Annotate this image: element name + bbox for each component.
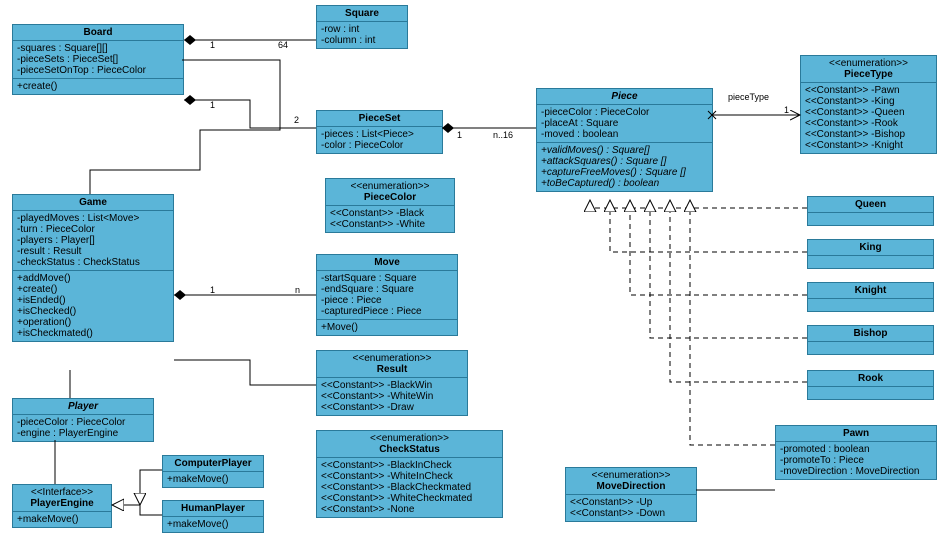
mult-1d: 1 — [784, 105, 789, 115]
enum-result: <<enumeration>>Result <<Constant>> -Blac… — [316, 350, 468, 416]
mult-1: 1 — [210, 40, 215, 50]
mult-2: 2 — [294, 115, 299, 125]
class-humanplayer: HumanPlayer +makeMove() — [162, 500, 264, 533]
class-player: Player -pieceColor : PieceColor-engine :… — [12, 398, 154, 442]
mult-1e: 1 — [210, 285, 215, 295]
role-piecetype: pieceType — [728, 92, 769, 102]
class-computerplayer: ComputerPlayer +makeMove() — [162, 455, 264, 488]
enum-movedirection: <<enumeration>>MoveDirection <<Constant>… — [565, 467, 697, 522]
mult-n116: n..16 — [493, 130, 513, 140]
class-queen: Queen — [807, 196, 934, 226]
class-board: Board -squares : Square[][]-pieceSets : … — [12, 24, 184, 95]
class-piece: Piece -pieceColor : PieceColor-placeAt :… — [536, 88, 713, 192]
mult-64: 64 — [278, 40, 288, 50]
class-pieceset: PieceSet -pieces : List<Piece>-color : P… — [316, 110, 443, 154]
class-king: King — [807, 239, 934, 269]
enum-piececolor: <<enumeration>>PieceColor <<Constant>> -… — [325, 178, 455, 233]
class-rook: Rook — [807, 370, 934, 400]
class-knight: Knight — [807, 282, 934, 312]
class-square: Square -row : int-column : int — [316, 5, 408, 49]
class-game: Game -playedMoves : List<Move>-turn : Pi… — [12, 194, 174, 342]
interface-playerengine: <<Interface>>PlayerEngine +makeMove() — [12, 484, 112, 528]
class-name: Board — [84, 27, 113, 38]
class-pawn: Pawn -promoted : boolean-promoteTo : Pie… — [775, 425, 937, 480]
class-move: Move -startSquare : Square-endSquare : S… — [316, 254, 458, 336]
mult-1b: 1 — [210, 100, 215, 110]
class-bishop: Bishop — [807, 325, 934, 355]
enum-piecetype: <<enumeration>>PieceType <<Constant>> -P… — [800, 55, 937, 154]
mult-1c: 1 — [457, 130, 462, 140]
mult-n: n — [295, 285, 300, 295]
enum-checkstatus: <<enumeration>>CheckStatus <<Constant>> … — [316, 430, 503, 518]
